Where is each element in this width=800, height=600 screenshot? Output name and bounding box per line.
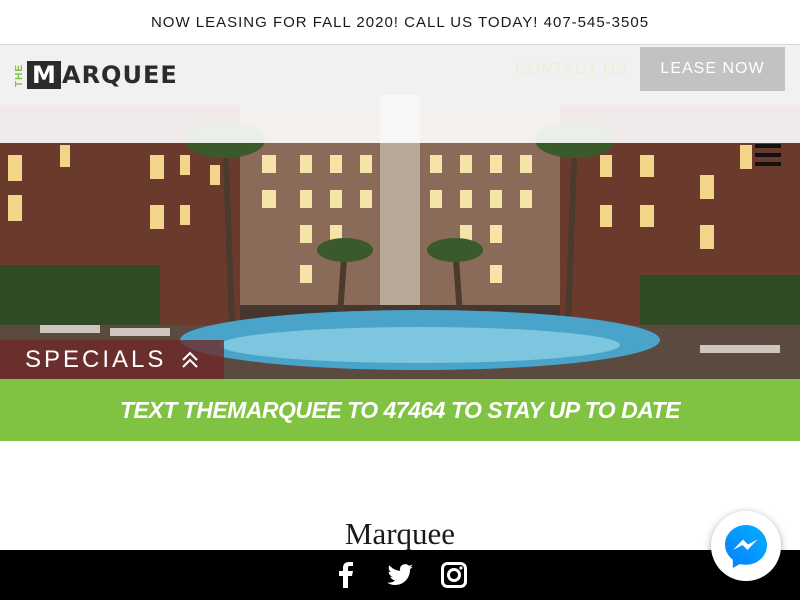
site-header: THE M ARQUEE CONTACT US LEASE NOW — [0, 45, 800, 143]
logo-wordmark: ARQUEE — [62, 61, 178, 89]
announcement-text: NOW LEASING FOR FALL 2020! CALL US TODAY… — [150, 13, 650, 31]
lease-now-button[interactable]: LEASE NOW — [640, 47, 785, 91]
facebook-icon[interactable] — [332, 561, 360, 589]
double-chevron-up-icon — [182, 351, 199, 368]
specials-tab[interactable]: SPECIALS — [0, 340, 224, 379]
messenger-chat-button[interactable] — [711, 511, 781, 581]
social-bar — [0, 550, 800, 600]
logo-m-mark: M — [27, 61, 61, 89]
instagram-icon[interactable] — [440, 561, 468, 589]
hamburger-icon[interactable] — [755, 144, 781, 166]
marquee-logo[interactable]: THE M ARQUEE — [14, 61, 178, 89]
specials-label: SPECIALS — [25, 345, 167, 373]
contact-us-link[interactable]: CONTACT US — [515, 61, 628, 79]
text-signup-banner: TEXT THEMARQUEE TO 47464 TO STAY UP TO D… — [0, 379, 800, 441]
announcement-bar: NOW LEASING FOR FALL 2020! CALL US TODAY… — [0, 0, 800, 45]
twitter-icon[interactable] — [386, 561, 414, 589]
messenger-icon — [725, 525, 767, 568]
section-title: Marquee — [344, 516, 456, 551]
logo-the-text: THE — [14, 63, 25, 87]
banner-text: TEXT THEMARQUEE TO 47464 TO STAY UP TO D… — [119, 396, 681, 423]
